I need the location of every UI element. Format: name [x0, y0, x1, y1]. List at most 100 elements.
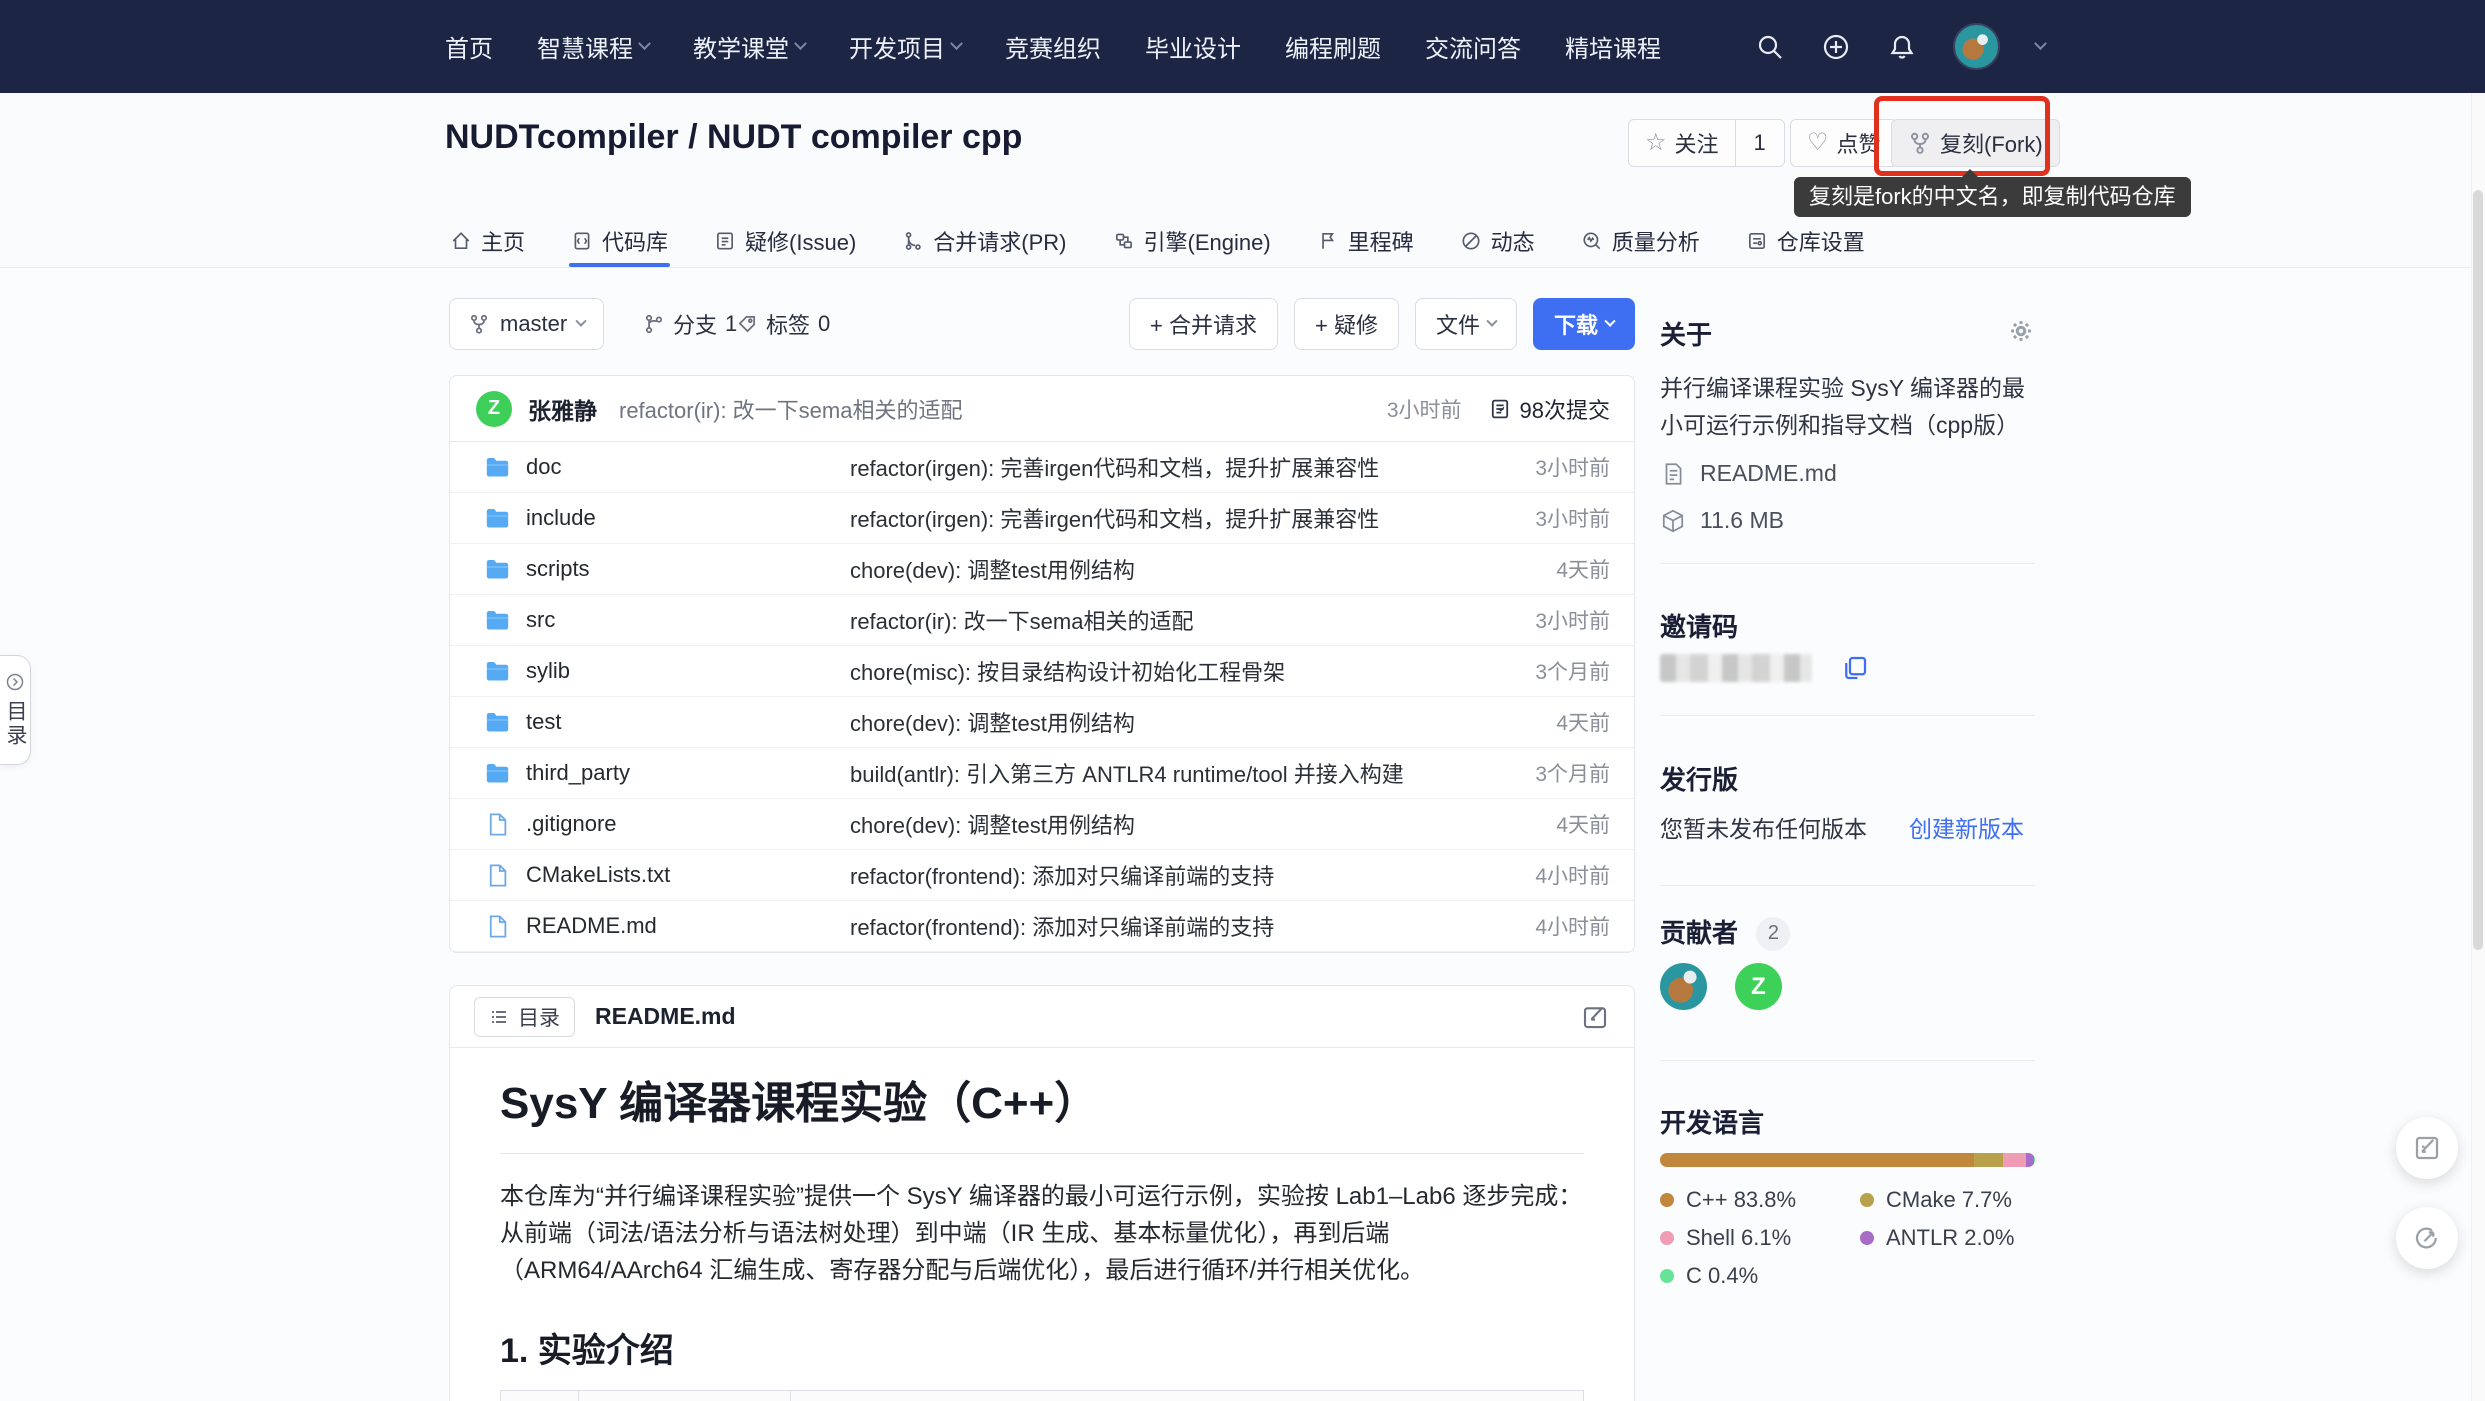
edit-icon[interactable]	[1580, 1002, 1610, 1032]
file-row[interactable]: test chore(dev): 调整test用例结构 4天前	[450, 697, 1634, 748]
file-name-cell[interactable]: CMakeLists.txt	[484, 862, 850, 889]
like-label: 点赞	[1837, 127, 1881, 159]
tab-issues[interactable]: 疑修(Issue)	[714, 215, 856, 267]
search-icon[interactable]	[1755, 32, 1785, 62]
file-commit-time: 3个月前	[1440, 656, 1610, 686]
file-commit-message[interactable]: build(antlr): 引入第三方 ANTLR4 runtime/tool …	[850, 757, 1440, 789]
user-avatar[interactable]	[1953, 23, 2000, 70]
nav-menu-item[interactable]: 精培课程	[1565, 29, 1661, 64]
readme-body: SysY 编译器课程实验（C++） 本仓库为“并行编译课程实验”提供一个 Sys…	[450, 1048, 1634, 1401]
feedback-fab[interactable]	[2396, 1117, 2458, 1179]
toc-float-tab[interactable]: 目录	[0, 655, 31, 765]
file-name-cell[interactable]: src	[484, 607, 850, 634]
file-name-cell[interactable]: .gitignore	[484, 811, 850, 838]
file-name-cell[interactable]: scripts	[484, 556, 850, 583]
scrollbar-thumb[interactable]	[2473, 190, 2483, 950]
chevron-right-circle-icon	[5, 672, 25, 692]
watch-label: 关注	[1675, 127, 1719, 159]
heart-icon: ♡	[1807, 131, 1829, 155]
commit-author[interactable]: 张雅静	[528, 392, 597, 426]
file-row[interactable]: include refactor(irgen): 完善irgen代码和文档，提升…	[450, 493, 1634, 544]
file-row[interactable]: CMakeLists.txt refactor(frontend): 添加对只编…	[450, 850, 1634, 901]
like-button[interactable]: ♡ 点赞	[1790, 119, 1898, 167]
file-row[interactable]: .gitignore chore(dev): 调整test用例结构 4天前	[450, 799, 1634, 850]
top-navbar: 首页 智慧课程 教学课堂 开发项目	[0, 0, 2485, 93]
branches-link[interactable]: 分支 1	[643, 298, 737, 350]
new-pr-button[interactable]: + 合并请求	[1129, 298, 1278, 350]
chevron-down-icon[interactable]	[2034, 37, 2047, 50]
tab-pull-requests[interactable]: 合并请求(PR)	[902, 215, 1066, 267]
file-commit-message[interactable]: refactor(ir): 改一下sema相关的适配	[850, 604, 1440, 636]
nav-menu-item[interactable]: 编程刷题	[1285, 29, 1381, 64]
readme-paragraph: 本仓库为“并行编译课程实验”提供一个 SysY 编译器的最小可运行示例，实验按 …	[500, 1178, 1584, 1289]
refresh-fab[interactable]	[2396, 1207, 2458, 1269]
branch-selector[interactable]: master	[449, 298, 604, 350]
nav-menu-item[interactable]: 开发项目	[849, 29, 961, 64]
watch-count[interactable]: 1	[1736, 130, 1784, 156]
file-commit-time: 4天前	[1440, 809, 1610, 839]
new-issue-button[interactable]: + 疑修	[1294, 298, 1399, 350]
nav-menu-item[interactable]: 毕业设计	[1145, 29, 1241, 64]
fork-button[interactable]: 复刻(Fork)	[1891, 119, 2060, 167]
file-row[interactable]: doc refactor(irgen): 完善irgen代码和文档，提升扩展兼容…	[450, 442, 1634, 493]
file-name-cell[interactable]: include	[484, 505, 850, 532]
file-name-cell[interactable]: third_party	[484, 760, 850, 787]
contributor-avatar[interactable]	[1660, 963, 1707, 1010]
copy-icon[interactable]	[1840, 653, 1870, 683]
file-row[interactable]: third_party build(antlr): 引入第三方 ANTLR4 r…	[450, 748, 1634, 799]
divider	[1660, 563, 2035, 564]
file-row[interactable]: src refactor(ir): 改一下sema相关的适配 3小时前	[450, 595, 1634, 646]
commit-author-avatar[interactable]: Z	[476, 391, 512, 427]
contributor-avatar[interactable]: Z	[1735, 963, 1782, 1010]
create-release-link[interactable]: 创建新版本	[1909, 810, 2024, 844]
file-row[interactable]: README.md refactor(frontend): 添加对只编译前端的支…	[450, 901, 1634, 952]
scrollbar-track[interactable]	[2471, 93, 2485, 1401]
contributors-avatars: Z	[1660, 963, 1782, 1010]
file-commit-message[interactable]: chore(misc): 按目录结构设计初始化工程骨架	[850, 655, 1440, 687]
file-commit-message[interactable]: chore(dev): 调整test用例结构	[850, 706, 1440, 738]
nav-menu-item[interactable]: 首页	[445, 29, 493, 64]
file-name-cell[interactable]: test	[484, 709, 850, 736]
file-commit-message[interactable]: refactor(frontend): 添加对只编译前端的支持	[850, 910, 1440, 942]
repo-title: NUDTcompiler / NUDT compiler cpp	[445, 118, 1022, 157]
commit-count-link[interactable]: 98次提交	[1488, 393, 1610, 425]
file-commit-message[interactable]: chore(dev): 调整test用例结构	[850, 553, 1440, 585]
tab-quality[interactable]: 质量分析	[1581, 215, 1700, 267]
plus-circle-icon[interactable]	[1821, 32, 1851, 62]
tab-home[interactable]: 主页	[450, 215, 525, 267]
tab-code[interactable]: 代码库	[571, 215, 668, 267]
file-name-cell[interactable]: doc	[484, 454, 850, 481]
file-commit-message[interactable]: refactor(irgen): 完善irgen代码和文档，提升扩展兼容性	[850, 502, 1440, 534]
file-commit-message[interactable]: chore(dev): 调整test用例结构	[850, 808, 1440, 840]
tab-activity[interactable]: 动态	[1460, 215, 1535, 267]
download-button[interactable]: 下载	[1533, 298, 1635, 350]
file-row[interactable]: scripts chore(dev): 调整test用例结构 4天前	[450, 544, 1634, 595]
commit-time: 3小时前	[1387, 394, 1462, 424]
toc-button[interactable]: 目录	[474, 997, 575, 1037]
nav-menu-item-label: 教学课堂	[693, 29, 789, 64]
repo-size-label: 11.6 MB	[1700, 507, 1784, 534]
tab-engine[interactable]: 引擎(Engine)	[1113, 215, 1271, 267]
nav-menu-item[interactable]: 教学课堂	[693, 29, 805, 64]
repo-description: 并行编译课程实验 SysY 编译器的最小可运行示例和指导文档（cpp版）	[1660, 370, 2035, 444]
files-button[interactable]: 文件	[1415, 298, 1517, 350]
commit-message[interactable]: refactor(ir): 改一下sema相关的适配	[619, 393, 962, 425]
file-name-cell[interactable]: sylib	[484, 658, 850, 685]
nav-menu-item[interactable]: 交流问答	[1425, 29, 1521, 64]
readme-link[interactable]: README.md	[1660, 460, 1837, 487]
file-commit-message[interactable]: refactor(frontend): 添加对只编译前端的支持	[850, 859, 1440, 891]
file-name-cell[interactable]: README.md	[484, 913, 850, 940]
nav-menu-item[interactable]: 智慧课程	[537, 29, 649, 64]
tags-link[interactable]: 标签 0	[736, 298, 830, 350]
tab-milestones[interactable]: 里程碑	[1317, 215, 1414, 267]
nav-menu-item[interactable]: 竞赛组织	[1005, 29, 1101, 64]
watch-button[interactable]: ☆ 关注	[1629, 120, 1736, 166]
tab-settings[interactable]: 仓库设置	[1746, 215, 1865, 267]
code-repo-icon	[571, 230, 593, 252]
gear-icon[interactable]	[2007, 317, 2035, 345]
file-commit-message[interactable]: refactor(irgen): 完善irgen代码和文档，提升扩展兼容性	[850, 451, 1440, 483]
language-color-dot	[1660, 1193, 1674, 1207]
bell-icon[interactable]	[1887, 32, 1917, 62]
nav-right-cluster	[1755, 0, 2045, 93]
file-row[interactable]: sylib chore(misc): 按目录结构设计初始化工程骨架 3个月前	[450, 646, 1634, 697]
